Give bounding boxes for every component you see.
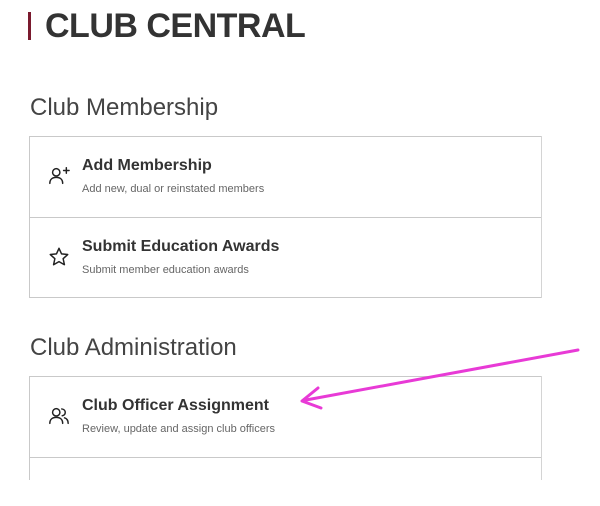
club-administration-card: Club Officer Assignment Review, update a… — [29, 376, 542, 480]
club-membership-card: Add Membership Add new, dual or reinstat… — [29, 136, 542, 298]
page-header: CLUB CENTRAL — [28, 6, 306, 45]
section-title-club-membership: Club Membership — [30, 94, 219, 121]
submit-education-awards-label: Submit Education Awards — [82, 238, 280, 255]
users-icon — [49, 407, 69, 425]
header-accent-bar — [28, 12, 31, 40]
club-officer-assignment-item[interactable]: Club Officer Assignment Review, update a… — [30, 377, 542, 458]
section-title-club-administration: Club Administration — [30, 334, 237, 361]
next-item-partial[interactable] — [30, 458, 542, 480]
add-membership-description: Add new, dual or reinstated members — [82, 183, 265, 195]
add-user-icon — [49, 167, 70, 185]
star-icon — [49, 247, 69, 266]
club-officer-assignment-description: Review, update and assign club officers — [82, 423, 276, 435]
submit-education-awards-item[interactable]: Submit Education Awards Submit member ed… — [30, 218, 542, 298]
card-right-edge — [541, 376, 542, 480]
club-officer-assignment-label: Club Officer Assignment — [82, 397, 269, 414]
submit-education-awards-description: Submit member education awards — [82, 264, 249, 276]
card-right-edge — [541, 136, 542, 298]
page-title: CLUB CENTRAL — [45, 6, 306, 45]
add-membership-item[interactable]: Add Membership Add new, dual or reinstat… — [30, 137, 542, 218]
add-membership-label: Add Membership — [82, 157, 212, 174]
